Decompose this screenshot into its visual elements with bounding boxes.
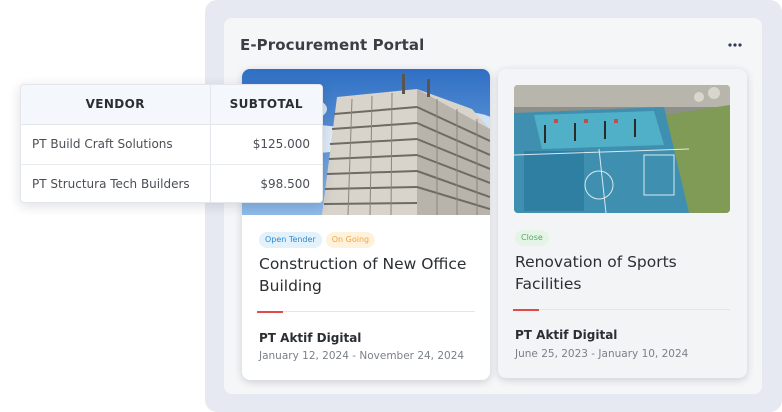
divider (283, 311, 475, 312)
tender-card-sports-facilities[interactable]: Close Renovation of Sports Facilities PT… (498, 69, 747, 378)
status-badge: On Going (325, 232, 376, 248)
column-header-vendor[interactable]: VENDOR (21, 85, 211, 125)
vendor-name: PT Structura Tech Builders (21, 164, 211, 202)
tender-dates: June 25, 2023 - January 10, 2024 (515, 348, 689, 360)
tender-title: Renovation of Sports Facilities (515, 253, 677, 293)
vendor-table-card: VENDOR SUBTOTAL PT Build Craft Solutions… (20, 84, 323, 203)
status-badge: Open Tender (259, 232, 322, 248)
accent-line (513, 309, 539, 311)
status-badges: Close (515, 230, 549, 246)
vendor-subtotal: $98.500 (260, 177, 310, 192)
tender-dates: January 12, 2024 - November 24, 2024 (259, 350, 465, 362)
table-row[interactable]: PT Structura Tech Builders $98.500 (21, 164, 322, 202)
tender-company: PT Aktif Digital (259, 331, 362, 345)
vendor-name: PT Build Craft Solutions (21, 124, 211, 165)
vendor-subtotal: $125.000 (210, 124, 322, 165)
more-horizontal-icon[interactable] (725, 38, 745, 52)
status-badges: Open Tender On Going (259, 232, 376, 248)
divider (539, 309, 730, 310)
table-row[interactable]: PT Build Craft Solutions $125.000 (21, 124, 322, 165)
sports-court-aerial-photo (514, 85, 730, 213)
tender-title: Construction of New Office Building (259, 255, 467, 295)
vendor-table: VENDOR SUBTOTAL PT Build Craft Solutions… (21, 85, 322, 202)
table-header-row: VENDOR SUBTOTAL (21, 85, 322, 125)
status-badge: Close (515, 230, 549, 246)
tender-company: PT Aktif Digital (515, 328, 618, 342)
accent-line (257, 311, 283, 313)
portal-title: E-Procurement Portal (240, 36, 425, 54)
column-header-subtotal[interactable]: SUBTOTAL (210, 85, 322, 125)
